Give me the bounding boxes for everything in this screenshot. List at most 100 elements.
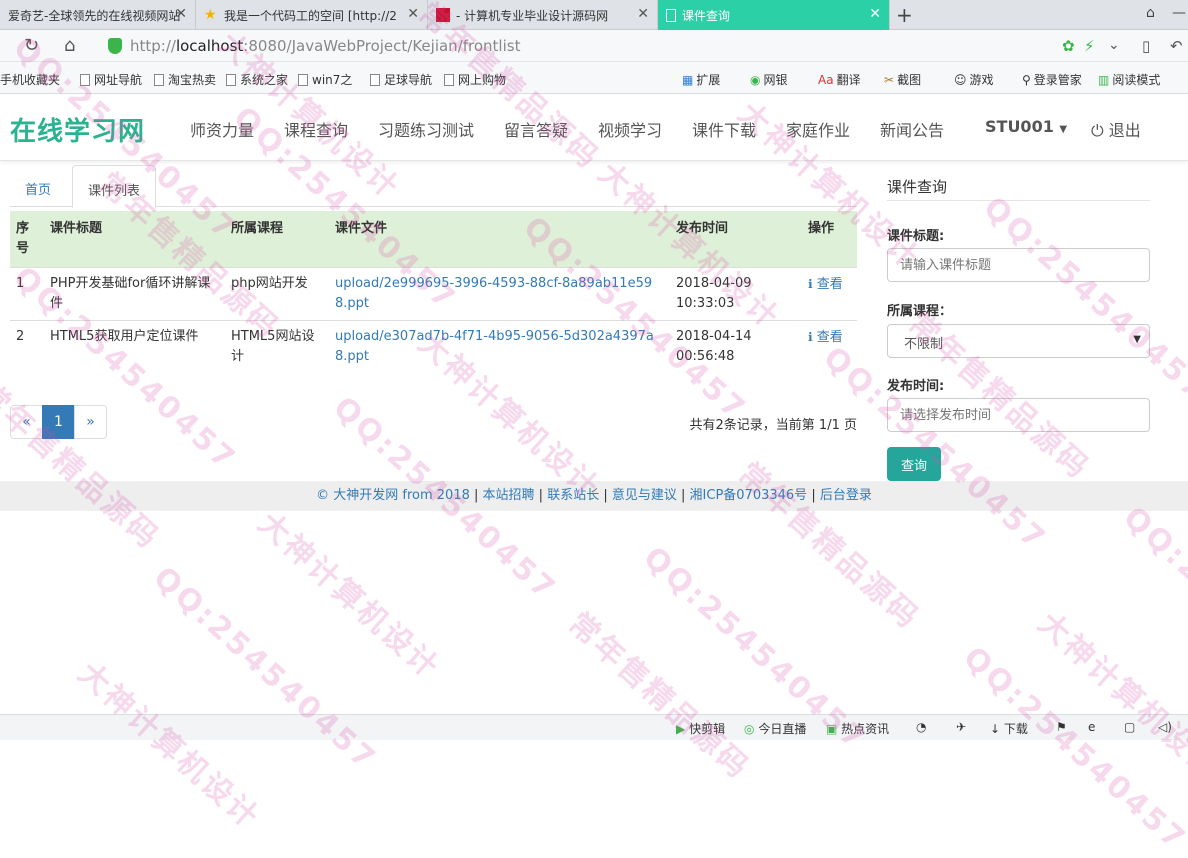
url-field[interactable]: http://localhost:8080/JavaWebProject/Kej…: [100, 34, 1120, 58]
bookmark-item[interactable]: 淘宝热卖: [154, 71, 216, 88]
watermark: QQ:254540457: [956, 640, 1188, 858]
browser-tab-space[interactable]: ★ 我是一个代码工的空间 [http://2 ✕: [196, 0, 428, 30]
view-link[interactable]: ℹ 查看: [808, 330, 843, 345]
footer-link-contact[interactable]: 联系站长: [547, 488, 599, 503]
extension-item[interactable]: ▦ 扩展: [682, 71, 720, 88]
title-label: 课件标题:: [887, 229, 945, 244]
bookmark-item[interactable]: 足球导航: [370, 71, 432, 88]
nav-messages[interactable]: 留言答疑: [504, 117, 568, 141]
nav-videos[interactable]: 视频学习: [598, 117, 662, 141]
star-icon: ★: [204, 7, 217, 23]
bookmark-item[interactable]: 系统之家: [226, 71, 288, 88]
col-action: 操作: [802, 211, 857, 268]
nav-courseware[interactable]: 课件下载: [692, 117, 756, 141]
tab-label: - 计算机专业毕业设计源码网: [456, 8, 609, 23]
file-link[interactable]: upload/2e999695-3996-4593-88cf-8a89ab11e…: [329, 267, 670, 321]
next-page-button[interactable]: »: [74, 405, 107, 439]
watermark: 大神计算机设计: [1031, 605, 1188, 787]
nav-homework[interactable]: 家庭作业: [786, 117, 850, 141]
status-item-download[interactable]: ↓ 下载: [990, 720, 1028, 737]
cell-title: HTML5获取用户定位课件: [44, 320, 225, 373]
bookmark-item[interactable]: 网址导航: [80, 71, 142, 88]
browser-tab-active[interactable]: 课件查询 ✕: [658, 0, 890, 30]
nav-exercises[interactable]: 习题练习测试: [378, 117, 474, 141]
speaker-icon[interactable]: ◁): [1158, 720, 1172, 734]
chevron-down-icon[interactable]: ⌄: [1108, 37, 1120, 53]
table-row: 1 PHP开发基础for循环讲解课件 php网站开发 upload/2e9996…: [10, 267, 857, 321]
cell-action: ℹ 查看: [802, 267, 857, 321]
status-item-live[interactable]: ◎ 今日直播: [744, 720, 806, 737]
course-select[interactable]: 不限制 ▼: [887, 324, 1150, 358]
bookmark-item[interactable]: 手机收藏夹: [0, 71, 60, 88]
page-icon: [444, 73, 454, 86]
page-button-current[interactable]: 1: [42, 405, 75, 439]
speed-icon[interactable]: ✿: [1062, 37, 1075, 55]
home-icon[interactable]: ⌂: [64, 35, 75, 56]
speedometer-icon[interactable]: ◔: [916, 720, 926, 734]
watermark: 大神计算机设计: [71, 655, 267, 837]
close-icon[interactable]: ✕: [637, 6, 649, 22]
extension-item[interactable]: ▥ 阅读模式: [1098, 71, 1160, 88]
prev-page-button[interactable]: «: [10, 405, 43, 439]
user-name: STU001: [985, 117, 1054, 136]
footer-link-feedback[interactable]: 意见与建议: [612, 488, 677, 503]
url-path: :8080/JavaWebProject/Kejian/frontlist: [243, 37, 521, 55]
undo-icon[interactable]: ↶: [1170, 37, 1183, 55]
nav-courses[interactable]: 课程查询: [284, 117, 348, 141]
window-icon[interactable]: ▢: [1124, 720, 1135, 734]
page-icon: [370, 73, 380, 86]
site-logo[interactable]: 在线学习网: [10, 111, 145, 148]
footer-link-admin[interactable]: 后台登录: [820, 488, 872, 503]
new-tab-button[interactable]: +: [896, 3, 913, 27]
footer-link-icp[interactable]: 湘ICP备0703346号: [690, 488, 808, 503]
cell-course: HTML5网站设计: [225, 320, 329, 373]
info-icon: ℹ: [808, 277, 813, 291]
bookmark-item[interactable]: win7之: [298, 71, 352, 88]
cell-time: 2018-04-14 00:56:48: [670, 320, 802, 373]
time-input[interactable]: [887, 398, 1150, 432]
nav-teachers[interactable]: 师资力量: [190, 117, 254, 141]
browser-tab-iqiyi[interactable]: 爱奇艺-全球领先的在线视频网站 ✕: [0, 0, 196, 30]
courseware-table: 序号 课件标题 所属课程 课件文件 发布时间 操作 1 PHP开发基础for循环…: [10, 211, 857, 373]
address-bar: ↻ ⌂ http://localhost:8080/JavaWebProject…: [0, 30, 1188, 62]
extension-item[interactable]: ⚲ 登录管家: [1022, 71, 1082, 88]
lightning-icon[interactable]: ⚡: [1084, 37, 1095, 55]
extension-item[interactable]: ✂ 截图: [884, 71, 921, 88]
ie-icon[interactable]: e: [1088, 720, 1095, 734]
status-item-clip[interactable]: ▶ 快剪辑: [676, 720, 725, 737]
watermark: 大神计算机设计: [251, 505, 447, 687]
col-no: 序号: [10, 211, 44, 268]
minimize-icon[interactable]: —: [1172, 5, 1186, 21]
power-icon: ⏻: [1091, 121, 1104, 140]
status-item-news[interactable]: ▣ 热点资讯: [826, 720, 889, 737]
phone-icon[interactable]: ▯: [1142, 37, 1150, 55]
extension-item[interactable]: ◉ 网银: [750, 71, 788, 88]
file-link[interactable]: upload/e307ad7b-4f71-4b95-9056-5d302a439…: [329, 320, 670, 373]
browser-tab-source[interactable]: - 计算机专业毕业设计源码网 ✕: [428, 0, 658, 30]
nav-news[interactable]: 新闻公告: [880, 117, 944, 141]
col-course: 所属课程: [225, 211, 329, 268]
refresh-icon[interactable]: ↻: [24, 35, 39, 56]
news-icon: ▣: [826, 722, 838, 736]
close-icon[interactable]: ✕: [407, 6, 419, 22]
live-icon: ◎: [744, 722, 755, 736]
close-icon[interactable]: ✕: [869, 6, 881, 22]
sidebar-divider: [887, 200, 1150, 201]
flag-icon[interactable]: ⚑: [1056, 720, 1067, 734]
query-button[interactable]: 查询: [887, 447, 941, 481]
view-link[interactable]: ℹ 查看: [808, 277, 843, 292]
footer-link-jobs[interactable]: 本站招聘: [483, 488, 535, 503]
cell-time: 2018-04-09 10:33:03: [670, 267, 802, 321]
pin-icon[interactable]: ✈: [956, 720, 966, 734]
title-input[interactable]: [887, 248, 1150, 282]
bookmark-item[interactable]: 网上购物: [444, 71, 506, 88]
tab-courseware-list[interactable]: 课件列表: [72, 165, 157, 208]
tab-home[interactable]: 首页: [10, 165, 66, 208]
extension-item[interactable]: Aa 翻译: [818, 71, 861, 88]
close-icon[interactable]: ✕: [175, 6, 187, 22]
logout-button[interactable]: ⏻ 退出: [1091, 117, 1141, 141]
shirt-icon[interactable]: ⌂: [1146, 5, 1155, 21]
page-icon: [80, 73, 90, 86]
extension-item[interactable]: ☺ 游戏: [954, 71, 994, 88]
user-menu[interactable]: STU001 ▼: [985, 117, 1067, 136]
